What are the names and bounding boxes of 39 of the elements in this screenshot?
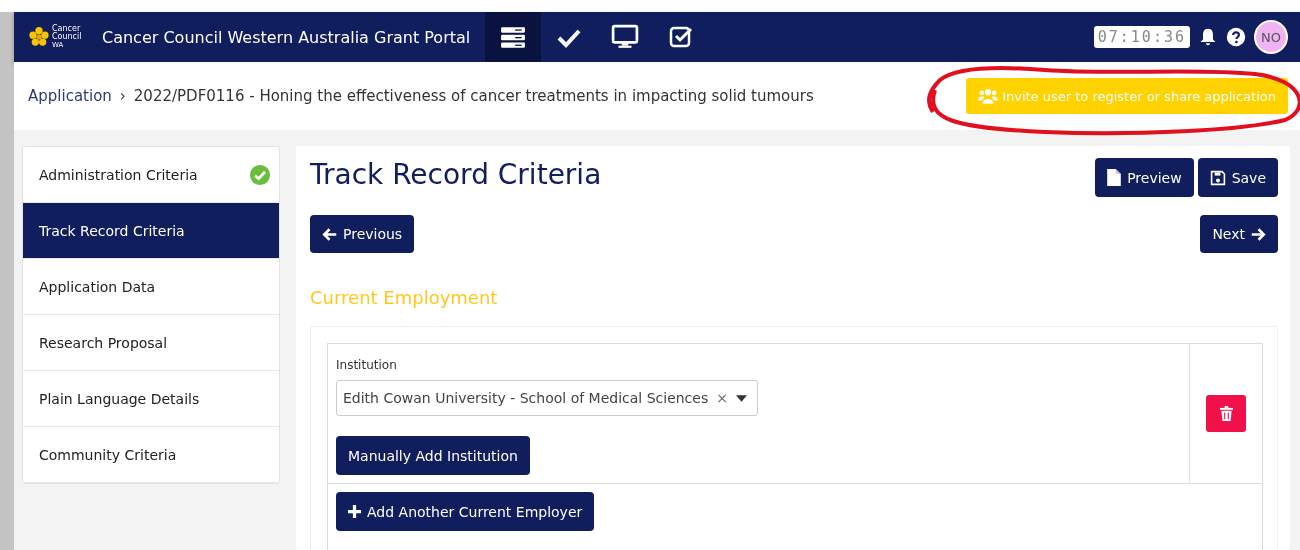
bell-icon[interactable] [1198,27,1218,47]
delete-button[interactable] [1206,395,1246,432]
next-button[interactable]: Next [1200,215,1278,253]
monitor-icon [611,24,640,50]
page-title: Track Record Criteria [310,158,602,191]
users-icon [978,88,999,104]
caret-icon [735,394,747,402]
sidebar-item[interactable]: Application Data [23,259,279,315]
save-button[interactable]: Save [1197,158,1278,197]
field-label: Institution [336,358,397,372]
breadcrumb-link[interactable]: Application [28,87,112,105]
breadcrumb-separator: › [119,87,126,105]
sidebar-item[interactable]: Research Proposal [23,315,279,371]
sidebar-item[interactable]: Community Criteria [23,427,279,483]
nav-tab[interactable] [485,12,542,62]
user-avatar[interactable]: NO [1254,20,1288,54]
right-arrow-icon [1251,226,1266,242]
previous-button[interactable]: Previous [310,215,415,253]
sidebar-item[interactable]: Track Record Criteria [23,203,279,259]
app-title: Cancer Council Western Australia Grant Portal [102,27,471,47]
manual-add-button[interactable]: Manually Add Institution [336,436,530,475]
left-arrow-icon [322,226,337,242]
sidebar-item[interactable]: Plain Language Details [23,371,279,427]
clear-icon[interactable]: × [716,390,728,406]
help-icon[interactable] [1226,27,1246,47]
logo-text: Cancer [52,25,82,33]
trash-icon [1219,406,1233,421]
add-employer-button[interactable]: Add Another Current Employer [336,492,595,531]
preview-button[interactable]: Preview [1095,158,1194,197]
checkbox-icon [669,25,694,49]
section-heading: Current Employment [310,287,499,308]
institution-select[interactable]: Edith Cowan University - School of Medical Sciences × [336,380,758,416]
daffodil-icon [28,26,50,48]
document-icon [1107,169,1122,186]
list-icon [500,24,527,50]
plus-icon [348,505,361,518]
breadcrumb-current: 2022/PDF0116 - Honing the effectiveness of cancer treatments in impacting solid tumours [133,87,814,105]
logo-text: Council [52,33,82,41]
countdown-clock: 07:10:36 [1093,26,1190,48]
